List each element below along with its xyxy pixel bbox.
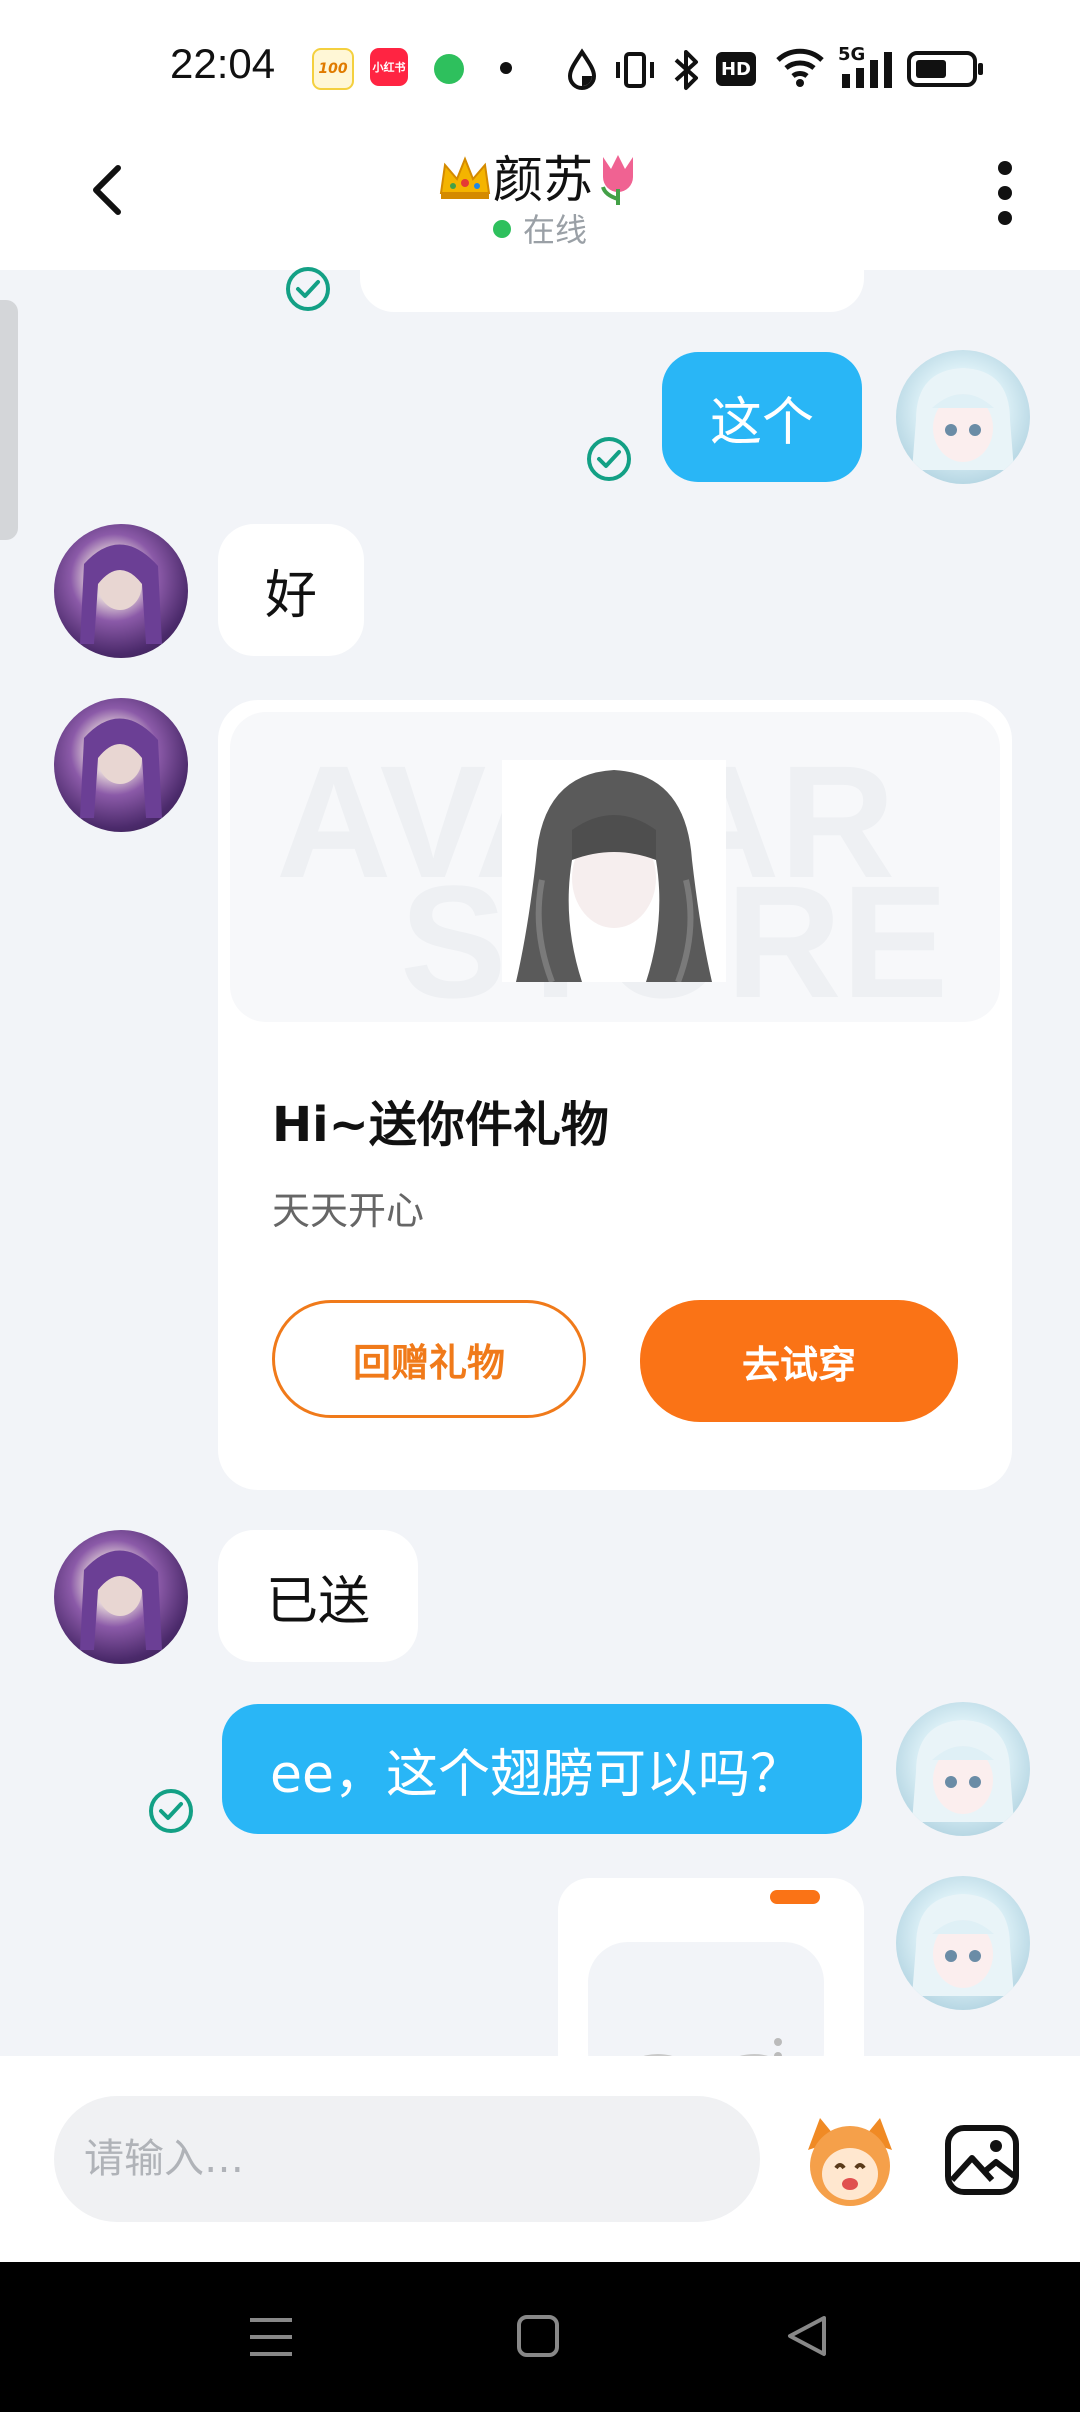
my-avatar[interactable] [896, 1702, 1030, 1836]
return-gift-button[interactable]: 回赠礼物 [272, 1300, 586, 1418]
anime-girl-avatar-image [912, 368, 1014, 470]
wifi-icon [776, 48, 824, 87]
item-tag-badge [770, 1890, 820, 1904]
contact-photo-image [80, 544, 162, 644]
battery-icon [907, 51, 983, 87]
read-check-icon [587, 437, 631, 481]
contact-avatar[interactable] [54, 1530, 188, 1664]
try-on-button[interactable]: 去试穿 [640, 1300, 958, 1422]
online-dot-icon [492, 220, 511, 238]
score-100-app-icon: 100 [312, 48, 354, 90]
contact-name: 颜苏 [493, 151, 593, 209]
contact-photo-image [80, 1550, 162, 1650]
anime-girl-avatar-image [912, 1894, 1014, 1996]
read-check-icon [149, 1789, 193, 1833]
scrollbar-thumb[interactable] [0, 300, 18, 540]
contact-avatar[interactable] [54, 524, 188, 658]
status-bar: 22:04 100 小红书 HD 5G [0, 0, 1080, 120]
message-text: ee，这个翅膀可以吗？ [270, 1744, 802, 1805]
message-bubble-outgoing[interactable]: 这个 [662, 352, 862, 482]
my-avatar[interactable] [896, 350, 1030, 484]
contact-photo-image [80, 718, 162, 818]
cellular-signal-icon [842, 52, 892, 88]
status-time: 22:04 [170, 40, 276, 87]
message-input[interactable] [54, 2096, 760, 2222]
contact-avatar[interactable] [54, 698, 188, 832]
notification-dot-icon [500, 62, 512, 74]
message-bubble-outgoing[interactable]: ee，这个翅膀可以吗？ [222, 1704, 862, 1834]
home-nav-button[interactable] [516, 2314, 560, 2358]
vibrate-icon [616, 52, 654, 88]
online-status: 在线 [0, 205, 1080, 251]
back-nav-button[interactable] [784, 2314, 828, 2358]
previous-message-bubble[interactable] [360, 250, 864, 312]
my-avatar[interactable] [896, 1876, 1030, 2010]
gift-title: Hi~送你件礼物 [272, 1097, 609, 1153]
xiaohongshu-app-icon: 小红书 [370, 48, 408, 86]
menu-nav-button[interactable] [248, 2316, 294, 2358]
online-status-label: 在线 [522, 211, 587, 249]
message-text: 这个 [709, 392, 814, 453]
message-text: 好 [264, 565, 317, 626]
read-check-icon [286, 267, 330, 311]
data-saver-icon [567, 48, 597, 90]
gift-image-area: AVATAR STORE [230, 712, 1000, 1022]
hd-icon: HD [716, 52, 756, 86]
gift-subtitle: 天天开心 [272, 1189, 425, 1233]
message-bubble-incoming[interactable]: 好 [218, 524, 364, 656]
bluetooth-icon [674, 50, 698, 90]
gift-hairstyle-image [502, 760, 726, 982]
contact-title: 颜苏 [0, 140, 1080, 212]
image-picker-button[interactable] [944, 2124, 1020, 2196]
tulip-icon [601, 155, 633, 205]
anime-girl-avatar-image [912, 1720, 1014, 1822]
message-app-icon [434, 54, 464, 84]
more-options-button[interactable] [990, 158, 1020, 228]
crown-icon [439, 156, 491, 199]
emoji-mascot-button[interactable] [798, 2110, 902, 2210]
message-bubble-incoming[interactable]: 已送 [218, 1530, 418, 1662]
message-text: 已送 [265, 1571, 370, 1632]
